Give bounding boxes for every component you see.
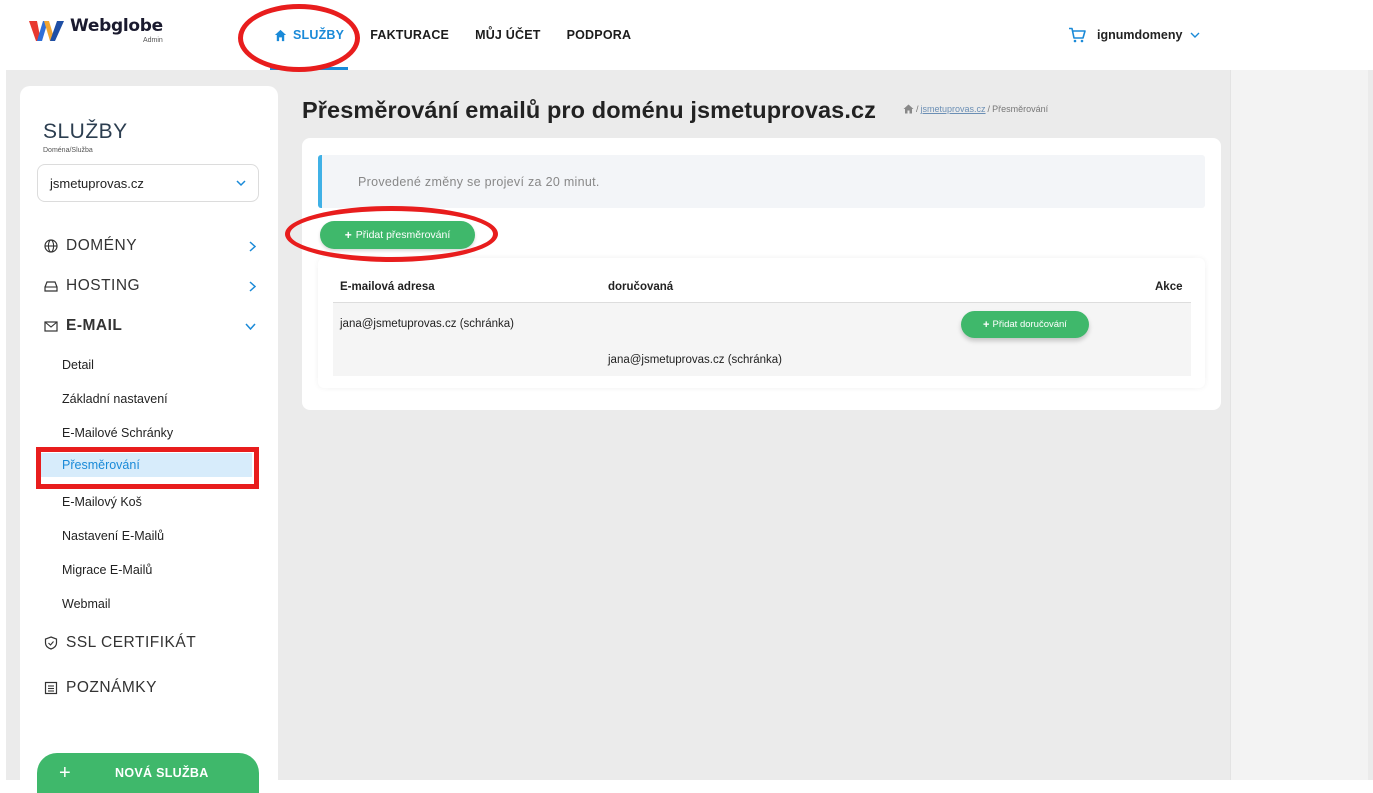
nav-item-podpora[interactable]: PODPORA xyxy=(567,0,632,70)
chevron-down-icon[interactable] xyxy=(1190,31,1200,39)
user-menu[interactable]: ignumdomeny xyxy=(1097,28,1182,42)
sidebar-subitem-nastaveni-emailu[interactable]: Nastavení E-Mailů xyxy=(62,529,164,543)
right-panel xyxy=(1230,70,1368,780)
sidebar-item-email[interactable]: E-MAIL xyxy=(44,317,256,335)
sidebar-subitem-detail[interactable]: Detail xyxy=(62,358,94,372)
sidebar-item-label: HOSTING xyxy=(66,277,141,294)
sidebar-item-label: DOMÉNY xyxy=(66,237,138,254)
home-icon xyxy=(274,29,287,41)
main-nav: SLUŽBY FAKTURACE MŮJ ÚČET PODPORA xyxy=(269,0,657,70)
notes-icon xyxy=(44,681,58,695)
sidebar-subitem-migrace[interactable]: Migrace E-Mailů xyxy=(62,563,152,577)
nav-item-muj-ucet[interactable]: MŮJ ÚČET xyxy=(475,0,541,70)
sidebar-title: SLUŽBY xyxy=(43,120,128,143)
sidebar-subitem-kos[interactable]: E-Mailový Koš xyxy=(62,495,142,509)
page-title: Přesměrování emailů pro doménu jsmetupro… xyxy=(302,97,877,123)
brand-sub: Admin xyxy=(142,37,163,44)
home-icon[interactable] xyxy=(903,104,914,114)
domain-select-value: jsmetuprovas.cz xyxy=(50,175,144,191)
breadcrumb-domain-link[interactable]: jsmetuprovas.cz xyxy=(921,104,986,114)
info-notice: Provedené změny se projeví za 20 minut. xyxy=(318,155,1205,208)
table-header-delivered: doručovaná xyxy=(608,281,674,293)
globe-icon xyxy=(44,239,58,253)
nav-label: MŮJ ÚČET xyxy=(475,28,541,42)
plus-icon: + xyxy=(59,761,71,784)
nav-label: FAKTURACE xyxy=(370,28,450,42)
nav-label: PODPORA xyxy=(566,28,632,42)
sidebar-item-label: POZNÁMKY xyxy=(66,679,157,696)
sidebar-subitem-presmerovani[interactable]: Přesměrování xyxy=(38,453,252,477)
nav-item-sluzby[interactable]: SLUŽBY xyxy=(269,0,349,70)
chevron-right-icon xyxy=(249,280,256,292)
row-delivered: jana@jsmetuprovas.cz (schránka) xyxy=(608,354,783,366)
table-header-action: Akce xyxy=(1155,281,1183,293)
add-redirect-label: Přidat přesměrování xyxy=(355,229,451,241)
user-area: ignumdomeny xyxy=(1068,27,1200,43)
top-bar: Webglobe Admin SLUŽBY FAKTURACE MŮJ ÚČET… xyxy=(0,0,1373,70)
webglobe-logo[interactable]: Webglobe Admin xyxy=(28,18,163,44)
sidebar-subitem-schranky[interactable]: E-Mailové Schránky xyxy=(62,426,173,440)
sidebar-item-domeny[interactable]: DOMÉNY xyxy=(44,237,256,255)
add-delivery-button[interactable]: + Přidat doručování xyxy=(961,311,1089,338)
plus-icon: + xyxy=(344,228,352,242)
new-service-button[interactable]: + NOVÁ SLUŽBA xyxy=(37,753,259,793)
cart-icon[interactable] xyxy=(1068,27,1086,43)
plus-icon: + xyxy=(983,318,990,331)
sidebar-item-label: SSL CERTIFIKÁT xyxy=(66,634,197,651)
new-service-label: NOVÁ SLUŽBA xyxy=(115,766,209,780)
add-delivery-label: Přidat doručování xyxy=(992,319,1067,330)
sidebar-subtitle: Doména/Služba xyxy=(43,147,93,154)
chevron-down-icon xyxy=(245,323,256,330)
nav-item-fakturace[interactable]: FAKTURACE xyxy=(370,0,449,70)
sidebar-item-label: E-MAIL xyxy=(66,317,123,334)
breadcrumb: / jsmetuprovas.cz / Přesměrování xyxy=(903,104,1048,114)
chevron-right-icon xyxy=(249,240,256,252)
shield-icon xyxy=(44,636,58,650)
sidebar-item-ssl[interactable]: SSL CERTIFIKÁT xyxy=(44,634,256,652)
mail-icon xyxy=(44,321,58,332)
add-redirect-button[interactable]: + Přidat přesměrování xyxy=(320,221,475,249)
domain-select[interactable]: jsmetuprovas.cz xyxy=(37,164,259,202)
row-address: jana@jsmetuprovas.cz (schránka) xyxy=(340,318,515,330)
table-header-address: E-mailová adresa xyxy=(340,281,435,293)
server-icon xyxy=(44,281,58,292)
brand-name: Webglobe xyxy=(70,16,163,36)
breadcrumb-separator: / xyxy=(987,104,991,114)
breadcrumb-current: Přesměrování xyxy=(992,104,1049,114)
sidebar-subitem-zakladni-nastaveni[interactable]: Základní nastavení xyxy=(62,392,168,406)
webglobe-logo-icon xyxy=(29,21,64,41)
sidebar-item-hosting[interactable]: HOSTING xyxy=(44,277,256,295)
sidebar-item-poznamky[interactable]: POZNÁMKY xyxy=(44,679,256,697)
sidebar: SLUŽBY Doména/Služba jsmetuprovas.cz DOM… xyxy=(20,86,278,793)
sidebar-subitem-webmail[interactable]: Webmail xyxy=(62,597,110,611)
chevron-down-icon xyxy=(236,180,246,187)
nav-label: SLUŽBY xyxy=(293,28,345,42)
breadcrumb-separator: / xyxy=(916,104,919,114)
